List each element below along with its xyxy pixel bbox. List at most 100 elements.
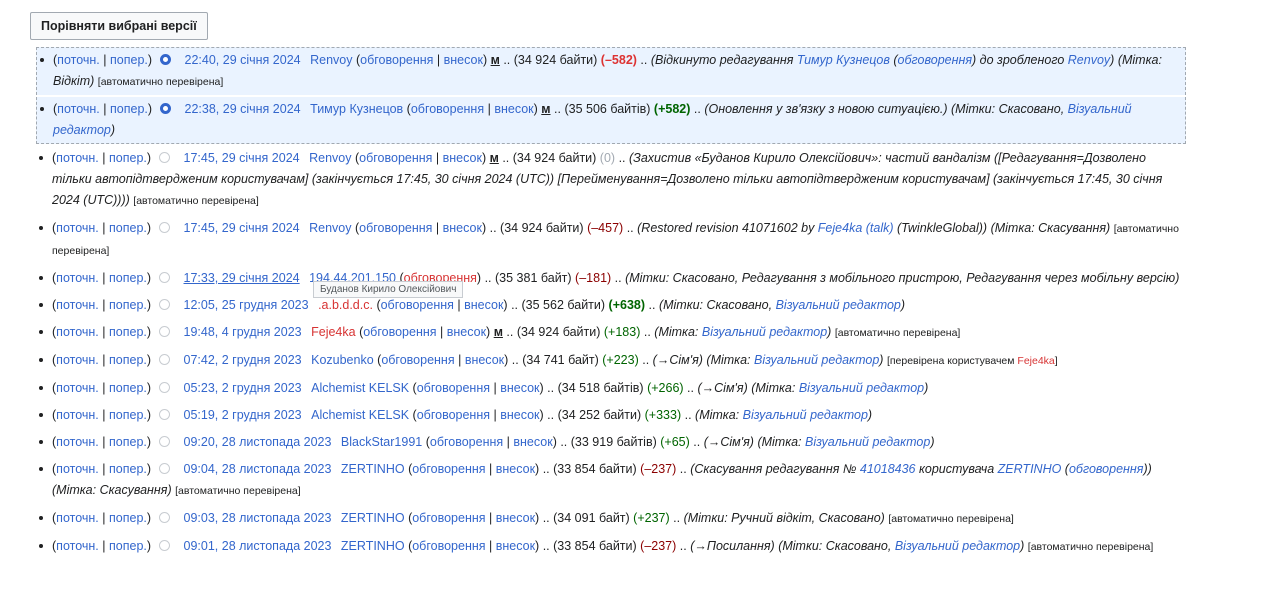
prev-link[interactable]: попер. — [109, 408, 147, 422]
prev-link[interactable]: попер. — [109, 271, 147, 285]
revision-radio[interactable] — [158, 222, 170, 233]
summary-talk-link[interactable]: (talk) — [866, 221, 894, 235]
summary-talk-link[interactable]: обговорення — [898, 53, 973, 67]
compare-selected-button[interactable]: Порівняти вибрані версії — [30, 12, 208, 40]
cur-link[interactable]: поточн. — [56, 298, 99, 312]
prev-link[interactable]: попер. — [109, 298, 147, 312]
tag-link[interactable]: Візуальний редактор — [895, 539, 1020, 553]
user-link[interactable]: ZERTINHO — [341, 462, 405, 476]
revision-date-link[interactable]: 09:01, 28 листопада 2023 — [184, 539, 332, 553]
revision-date-link[interactable]: 07:42, 2 грудня 2023 — [184, 353, 302, 367]
user-link[interactable]: Kozubenko — [311, 353, 374, 367]
revision-radio[interactable] — [158, 512, 170, 523]
tag-link[interactable]: Візуальний редактор — [805, 435, 930, 449]
user-link[interactable]: Alchemist KELSK — [311, 408, 409, 422]
talk-link[interactable]: обговорення — [411, 102, 484, 116]
summary-user-link[interactable]: Feje4ka — [818, 221, 862, 235]
revision-date-link[interactable]: 05:23, 2 грудня 2023 — [184, 381, 302, 395]
revision-date-link[interactable]: 22:38, 29 січня 2024 — [185, 102, 301, 116]
revision-date-link[interactable]: 12:05, 25 грудня 2023 — [184, 298, 309, 312]
prev-link[interactable]: попер. — [109, 539, 147, 553]
cur-link[interactable]: поточн. — [56, 435, 99, 449]
revision-date-link[interactable]: 22:40, 29 січня 2024 — [185, 53, 301, 67]
revision-radio[interactable] — [158, 409, 170, 420]
contribs-link[interactable]: внесок — [500, 408, 539, 422]
revision-date-link[interactable]: 09:20, 28 листопада 2023 — [184, 435, 332, 449]
user-link[interactable]: ZERTINHO — [341, 511, 405, 525]
contribs-link[interactable]: внесок — [465, 353, 504, 367]
tag-link[interactable]: Візуальний редактор — [743, 408, 868, 422]
contribs-link[interactable]: внесок — [443, 151, 482, 165]
prev-link[interactable]: попер. — [109, 462, 147, 476]
cur-link[interactable]: поточн. — [57, 53, 100, 67]
user-link[interactable]: Alchemist KELSK — [311, 381, 409, 395]
cur-link[interactable]: поточн. — [56, 511, 99, 525]
contribs-link[interactable]: внесок — [496, 511, 535, 525]
summary-user2-link[interactable]: Renvoy — [1068, 53, 1110, 67]
contribs-link[interactable]: внесок — [500, 381, 539, 395]
talk-link[interactable]: обговорення — [359, 221, 432, 235]
revision-radio[interactable] — [159, 103, 171, 114]
user-link[interactable]: .a.b.d.d.c. — [318, 298, 373, 312]
user-link[interactable]: Feje4ka — [311, 325, 355, 339]
prev-link[interactable]: попер. — [109, 435, 147, 449]
revision-date-link[interactable]: 05:19, 2 грудня 2023 — [184, 408, 302, 422]
summary-user-link[interactable]: Тимур Кузнецов — [797, 53, 890, 67]
user-link[interactable]: Renvoy — [309, 151, 351, 165]
revision-date-link[interactable]: 19:48, 4 грудня 2023 — [184, 325, 302, 339]
contribs-link[interactable]: внесок — [447, 325, 486, 339]
revision-date-link[interactable]: 17:33, 29 січня 2024 — [184, 271, 300, 285]
talk-link[interactable]: обговорення — [359, 151, 432, 165]
talk-link[interactable]: обговорення — [417, 381, 490, 395]
summary-user-link[interactable]: ZERTINHO — [998, 462, 1062, 476]
revision-radio[interactable] — [158, 272, 170, 283]
revision-date-link[interactable]: 17:45, 29 січня 2024 — [184, 151, 300, 165]
talk-link[interactable]: обговорення — [360, 53, 433, 67]
contribs-link[interactable]: внесок — [494, 102, 533, 116]
talk-link[interactable]: обговорення — [417, 408, 490, 422]
prev-link[interactable]: попер. — [109, 151, 147, 165]
contribs-link[interactable]: внесок — [444, 53, 483, 67]
revision-radio[interactable] — [158, 540, 170, 551]
talk-link[interactable]: обговорення — [381, 353, 454, 367]
contribs-link[interactable]: внесок — [496, 462, 535, 476]
tag-link[interactable]: Візуальний редактор — [702, 325, 827, 339]
talk-link[interactable]: обговорення — [363, 325, 436, 339]
talk-link[interactable]: обговорення — [381, 298, 454, 312]
revision-radio[interactable] — [158, 436, 170, 447]
user-link[interactable]: Renvoy — [310, 53, 352, 67]
revision-date-link[interactable]: 09:04, 28 листопада 2023 — [184, 462, 332, 476]
revision-radio[interactable] — [158, 299, 170, 310]
revision-radio[interactable] — [158, 152, 170, 163]
summary-talk-link[interactable]: обговорення — [1069, 462, 1144, 476]
prev-link[interactable]: попер. — [109, 511, 147, 525]
revision-radio[interactable] — [158, 382, 170, 393]
talk-link[interactable]: обговорення — [412, 539, 485, 553]
patroller-link[interactable]: Feje4ka — [1017, 355, 1054, 367]
revision-radio[interactable] — [159, 54, 171, 65]
cur-link[interactable]: поточн. — [56, 462, 99, 476]
user-link[interactable]: Тимур Кузнецов — [310, 102, 403, 116]
cur-link[interactable]: поточн. — [56, 539, 99, 553]
user-link[interactable]: Renvoy — [309, 221, 351, 235]
talk-link[interactable]: обговорення — [430, 435, 503, 449]
cur-link[interactable]: поточн. — [56, 408, 99, 422]
revision-radio[interactable] — [158, 326, 170, 337]
contribs-link[interactable]: внесок — [464, 298, 503, 312]
prev-link[interactable]: попер. — [110, 53, 148, 67]
revision-radio[interactable] — [158, 354, 170, 365]
prev-link[interactable]: попер. — [110, 102, 148, 116]
cur-link[interactable]: поточн. — [56, 271, 99, 285]
tag-link[interactable]: Візуальний редактор — [776, 298, 901, 312]
user-link[interactable]: BlackStar1991 — [341, 435, 422, 449]
contribs-link[interactable]: внесок — [496, 539, 535, 553]
cur-link[interactable]: поточн. — [56, 221, 99, 235]
contribs-link[interactable]: внесок — [513, 435, 552, 449]
tag-link[interactable]: Візуальний редактор — [754, 353, 879, 367]
summary-rev-link[interactable]: 41018436 — [860, 462, 916, 476]
cur-link[interactable]: поточн. — [57, 102, 100, 116]
tag-link[interactable]: Візуальний редактор — [799, 381, 924, 395]
cur-link[interactable]: поточн. — [56, 353, 99, 367]
talk-link[interactable]: обговорення — [412, 511, 485, 525]
user-link[interactable]: ZERTINHO — [341, 539, 405, 553]
